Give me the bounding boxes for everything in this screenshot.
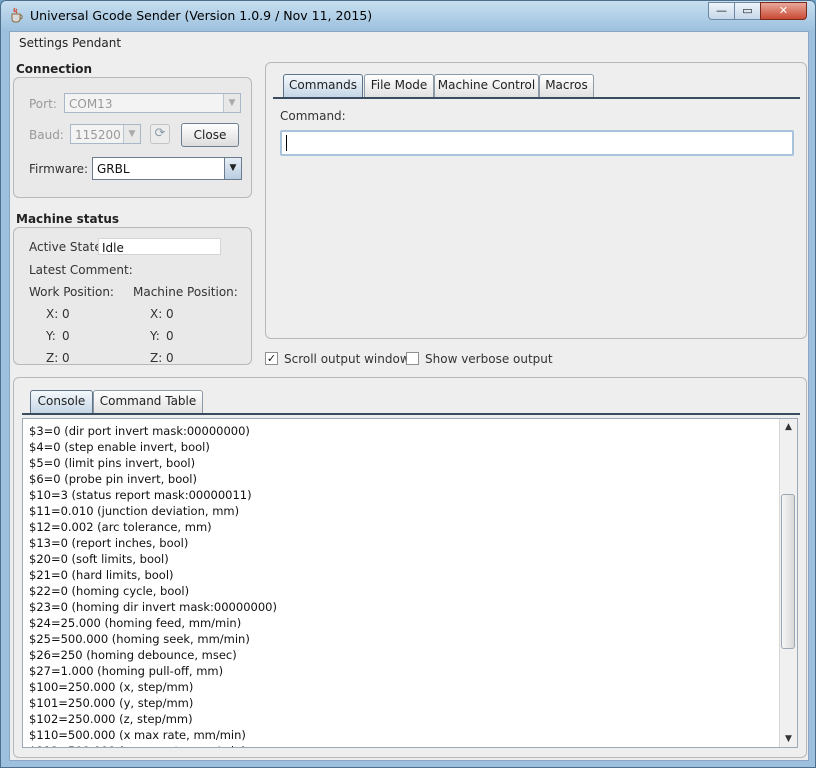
machine-z-value: 0: [166, 351, 174, 365]
tab-divider: [273, 97, 800, 99]
text-caret: [286, 135, 287, 151]
command-label: Command:: [280, 109, 346, 123]
console-scrollbar[interactable]: ▲ ▼: [779, 419, 797, 747]
menu-bar: Settings Pendant: [10, 32, 808, 54]
minimize-icon: —: [716, 4, 727, 17]
title-bar[interactable]: Universal Gcode Sender (Version 1.0.9 / …: [1, 1, 815, 30]
chevron-down-icon: ▼: [224, 158, 241, 179]
connection-panel: Port: COM13 ▼ Baud: 115200 ▼ ⟳ Close Fir…: [13, 77, 252, 198]
maximize-button[interactable]: ▭: [734, 2, 761, 20]
client-area: Settings Pendant Connection Port: COM13 …: [9, 31, 809, 761]
console-line: $110=500.000 (x max rate, mm/min): [29, 728, 246, 742]
tab-console[interactable]: Console: [30, 390, 93, 413]
console-line: $4=0 (step enable invert, bool): [29, 440, 210, 454]
tab-file-mode[interactable]: File Mode: [364, 74, 434, 97]
menu-pendant[interactable]: Pendant: [72, 36, 121, 50]
checkmark-icon: ✓: [266, 352, 277, 365]
work-z-value: 0: [62, 351, 70, 365]
refresh-icon: ⟳: [154, 126, 166, 141]
machine-y-label: Y:: [150, 329, 160, 343]
console-line: $22=0 (homing cycle, bool): [29, 584, 190, 598]
machine-position-label: Machine Position:: [133, 285, 238, 299]
active-state-value: Idle: [102, 241, 124, 255]
work-y-label: Y:: [46, 329, 56, 343]
connection-title: Connection: [16, 62, 93, 76]
console-line: $13=0 (report inches, bool): [29, 536, 189, 550]
scroll-down-icon[interactable]: ▼: [781, 731, 796, 747]
command-input[interactable]: [280, 130, 794, 156]
baud-label: Baud:: [29, 128, 64, 142]
console-line: $21=0 (hard limits, bool): [29, 568, 174, 582]
console-line: $20=0 (soft limits, bool): [29, 552, 169, 566]
console-line: $24=25.000 (homing feed, mm/min): [29, 616, 242, 630]
chevron-down-icon: ▼: [123, 125, 140, 143]
active-state-label: Active State:: [29, 240, 106, 254]
console-line: $26=250 (homing debounce, msec): [29, 648, 237, 662]
commands-panel: Commands File Mode Machine Control Macro…: [265, 62, 807, 339]
baud-value: 115200: [75, 128, 121, 142]
tab-divider: [22, 413, 800, 415]
close-window-button[interactable]: ✕: [760, 2, 807, 20]
console-line: $27=1.000 (homing pull-off, mm): [29, 664, 224, 678]
machine-status-panel: Active State: Idle Latest Comment: Work …: [13, 227, 252, 365]
scroll-output-checkbox[interactable]: ✓: [265, 352, 278, 365]
firmware-value: GRBL: [97, 162, 130, 176]
machine-y-value: 0: [166, 329, 174, 343]
tab-commands[interactable]: Commands: [283, 74, 363, 97]
close-connection-button[interactable]: Close: [181, 123, 239, 147]
app-window: Universal Gcode Sender (Version 1.0.9 / …: [0, 0, 816, 768]
java-cup-icon: [11, 7, 23, 23]
menu-settings[interactable]: Settings: [19, 36, 68, 50]
port-value: COM13: [69, 97, 113, 111]
console-line: $100=250.000 (x, step/mm): [29, 680, 194, 694]
refresh-ports-button[interactable]: ⟳: [150, 124, 170, 144]
work-y-value: 0: [62, 329, 70, 343]
console-line: $25=500.000 (homing seek, mm/min): [29, 632, 250, 646]
tab-macros[interactable]: Macros: [539, 74, 594, 97]
machine-status-title: Machine status: [16, 212, 120, 226]
firmware-label: Firmware:: [29, 162, 89, 176]
console-line: $23=0 (homing dir invert mask:00000000): [29, 600, 277, 614]
console-line: $11=0.010 (junction deviation, mm): [29, 504, 240, 518]
window-title: Universal Gcode Sender (Version 1.0.9 / …: [30, 8, 373, 23]
verbose-output-label: Show verbose output: [425, 352, 553, 366]
console-line: $102=250.000 (z, step/mm): [29, 712, 193, 726]
work-z-label: Z:: [46, 351, 59, 365]
baud-select: 115200 ▼: [70, 124, 141, 144]
console-line: $6=0 (probe pin invert, bool): [29, 472, 197, 486]
port-label: Port:: [29, 97, 57, 111]
active-state-field: Idle: [98, 238, 221, 255]
work-position-label: Work Position:: [29, 285, 114, 299]
minimize-button[interactable]: —: [708, 2, 735, 20]
console-line: $3=0 (dir port invert mask:00000000): [29, 424, 250, 438]
console-line: $111=500.000 (y max rate, mm/min): [29, 743, 777, 747]
scroll-thumb[interactable]: [781, 494, 795, 649]
tab-machine-control[interactable]: Machine Control: [434, 74, 539, 97]
console-lines: $3=0 (dir port invert mask:00000000) $4=0…: [29, 423, 777, 747]
close-icon: ✕: [778, 4, 789, 17]
chevron-down-icon: ▼: [223, 94, 240, 112]
scroll-up-icon[interactable]: ▲: [781, 419, 796, 435]
port-select: COM13 ▼: [64, 93, 241, 113]
console-line: $5=0 (limit pins invert, bool): [29, 456, 196, 470]
tab-command-table[interactable]: Command Table: [93, 390, 203, 413]
maximize-icon: ▭: [742, 4, 753, 17]
console-output[interactable]: $3=0 (dir port invert mask:00000000) $4=0…: [22, 418, 798, 748]
work-x-label: X:: [46, 307, 59, 321]
console-line: $12=0.002 (arc tolerance, mm): [29, 520, 212, 534]
scroll-output-label: Scroll output window: [284, 352, 410, 366]
console-line: $10=3 (status report mask:00000011): [29, 488, 252, 502]
machine-x-value: 0: [166, 307, 174, 321]
latest-comment-label: Latest Comment:: [29, 263, 133, 277]
machine-x-label: X:: [150, 307, 163, 321]
firmware-select[interactable]: GRBL ▼: [92, 157, 242, 180]
verbose-output-checkbox[interactable]: [406, 352, 419, 365]
work-x-value: 0: [62, 307, 70, 321]
console-line: $101=250.000 (y, step/mm): [29, 696, 194, 710]
machine-z-label: Z:: [150, 351, 163, 365]
